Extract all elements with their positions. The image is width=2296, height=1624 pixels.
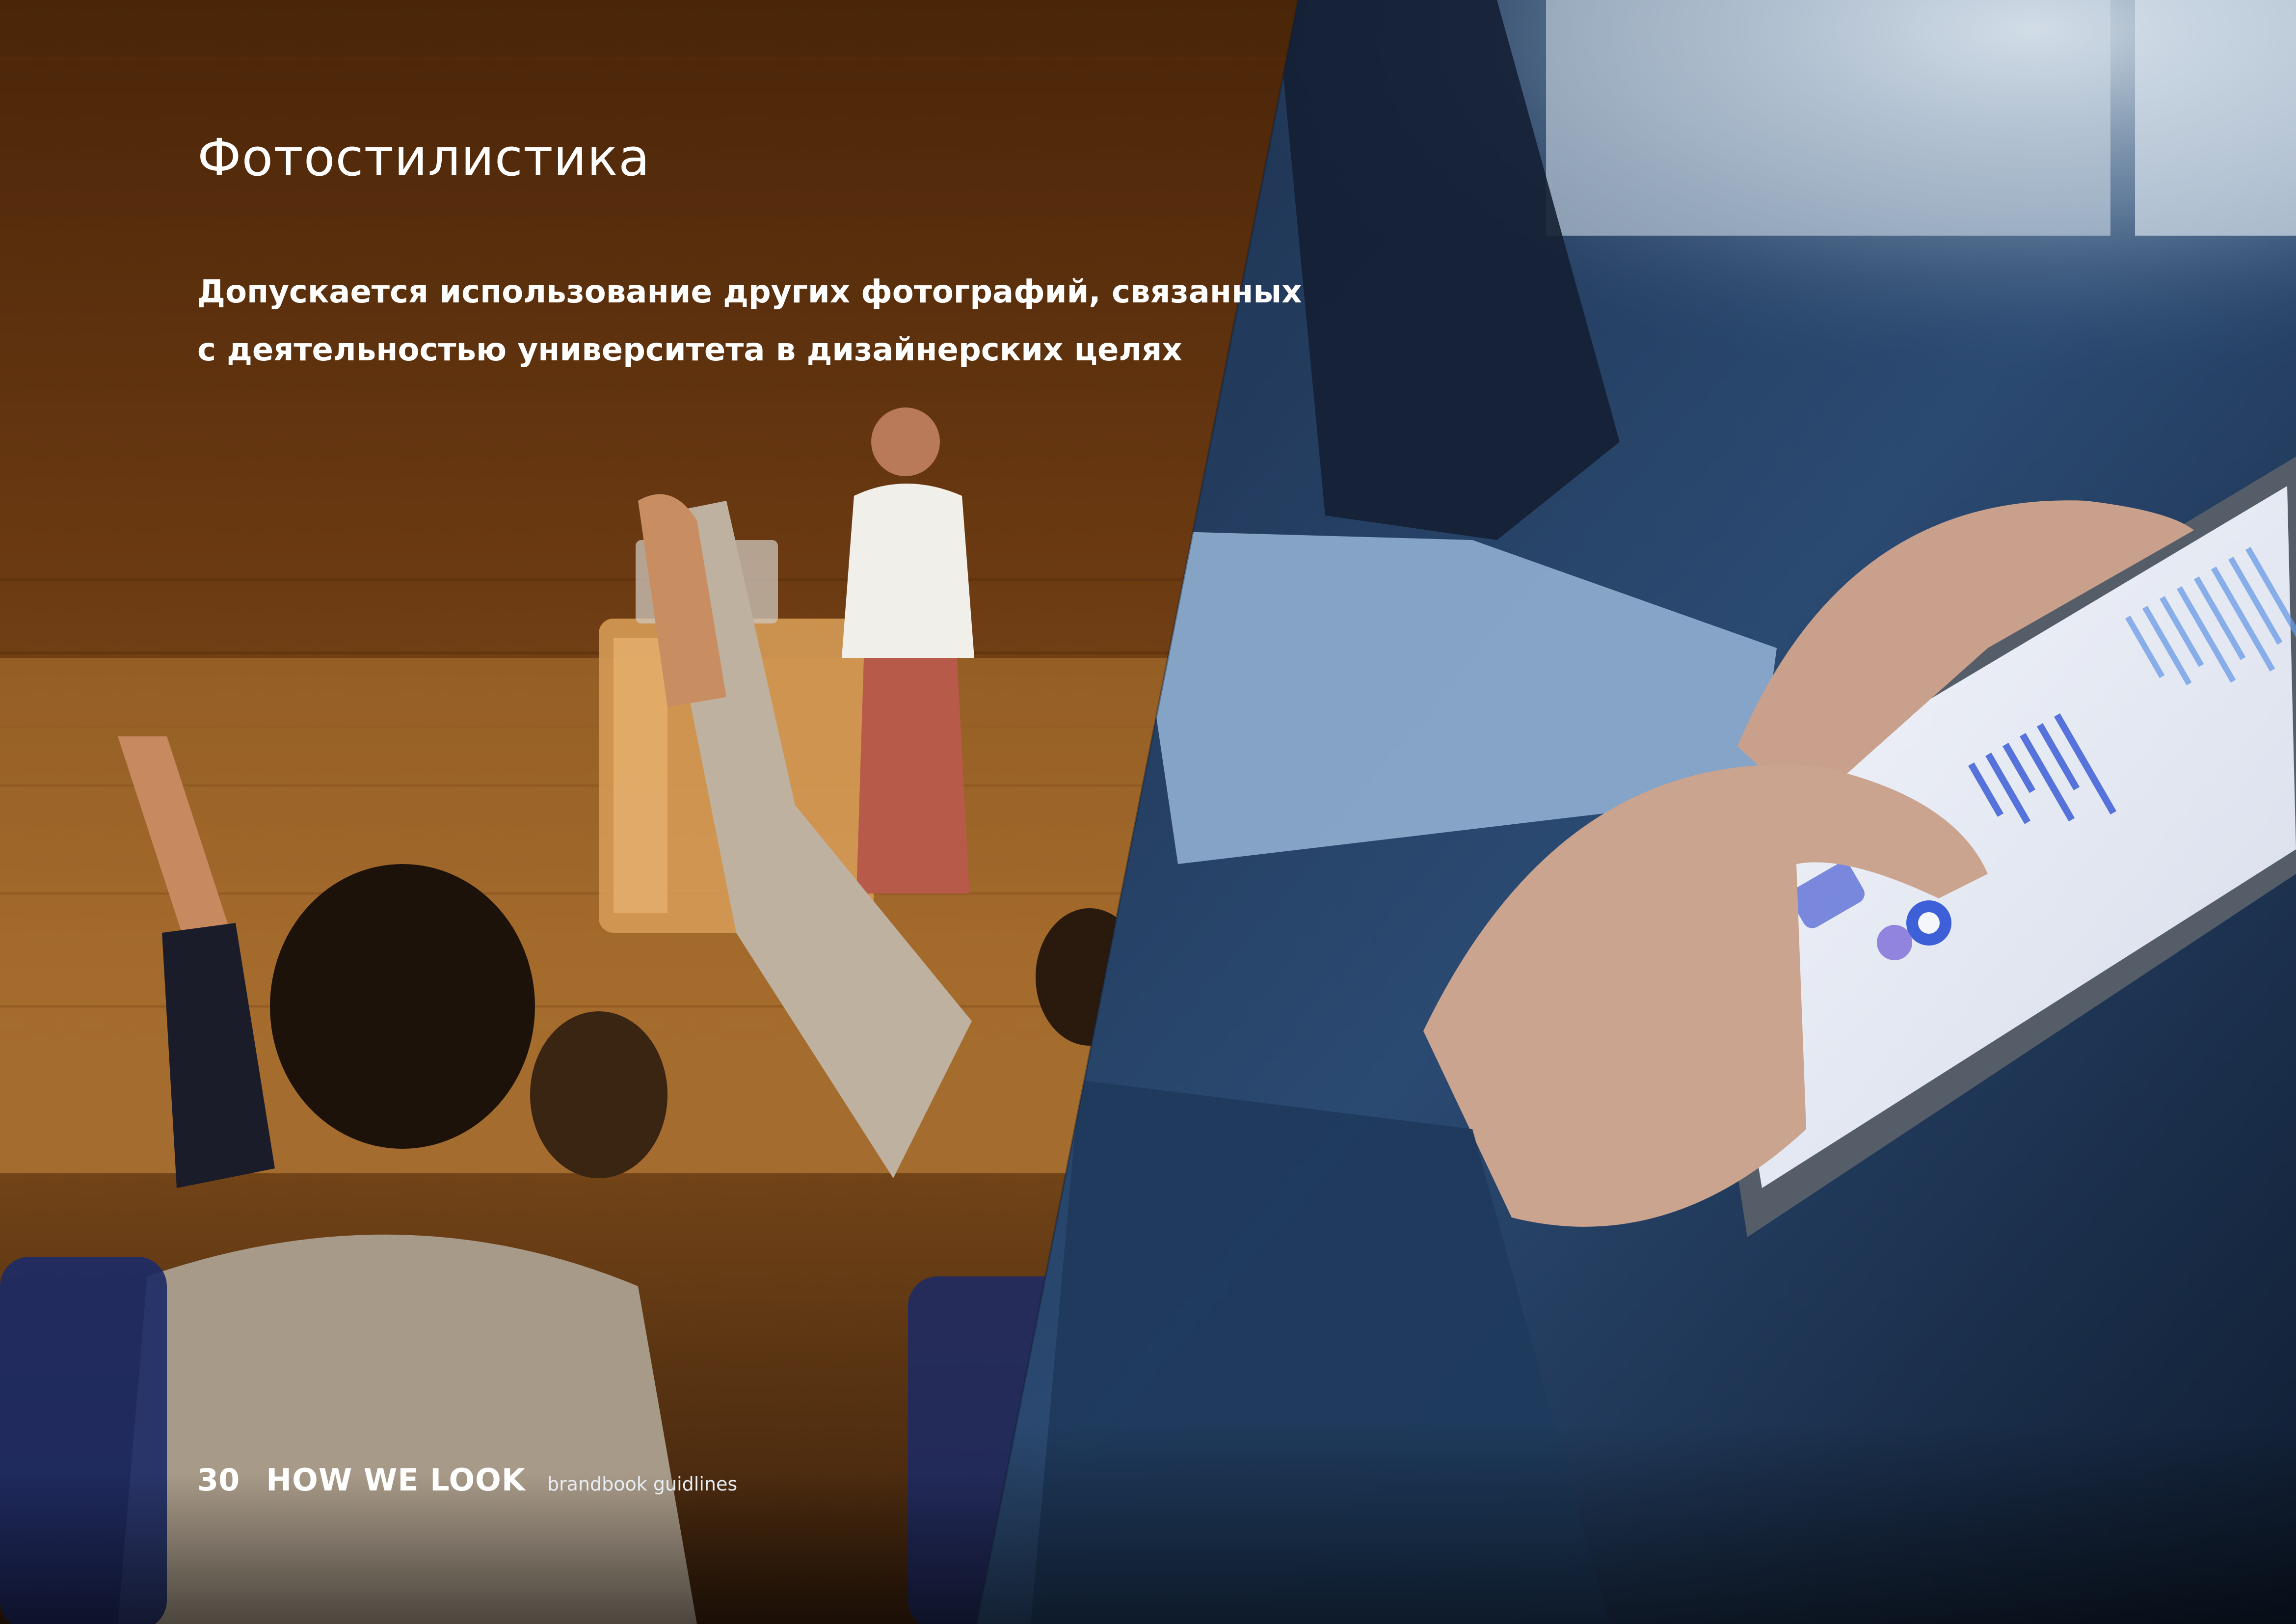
page-number: 30 (197, 1462, 240, 1498)
subtitle-line-2: с деятельностью университета в дизайнерс… (197, 332, 1182, 368)
subtitle-line-1: Допускается использование других фотогра… (197, 274, 1302, 310)
brandbook-page: Фотостилистика Допускается использование… (0, 0, 2296, 1624)
brandbook-caption: brandbook guidlines (547, 1473, 738, 1495)
photo-collage (0, 0, 2296, 1624)
page-title: Фотостилистика (197, 128, 650, 188)
page-footer: 30 HOW WE LOOK brandbook guidlines (197, 1462, 737, 1503)
section-title: HOW WE LOOK (266, 1462, 526, 1498)
page-subtitle: Допускается использование других фотогра… (197, 263, 1302, 379)
